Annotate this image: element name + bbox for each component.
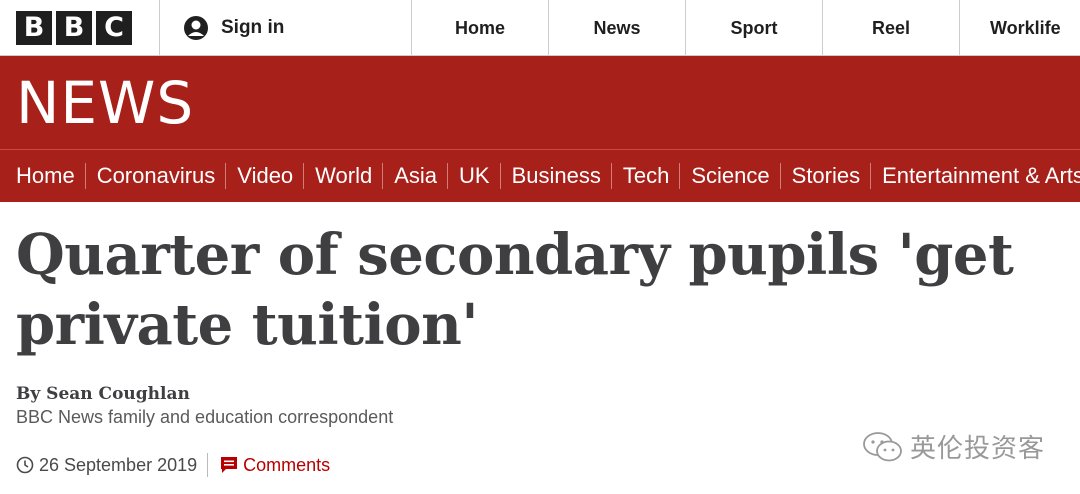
comment-icon [221, 457, 238, 473]
bbc-logo-letter: C [96, 11, 132, 45]
sign-in-label: Sign in [221, 17, 285, 38]
top-nav-news[interactable]: News [549, 0, 686, 56]
section-nav-entertainment[interactable]: Entertainment & Arts [871, 163, 1080, 189]
top-nav-sport[interactable]: Sport [686, 0, 823, 56]
article-date: 26 September 2019 [39, 453, 209, 477]
byline-author: By Sean Coughlan [16, 384, 190, 404]
section-nav-stories[interactable]: Stories [781, 163, 872, 189]
watermark-text: 英伦投资客 [910, 434, 1046, 464]
user-icon [184, 16, 208, 40]
comments-link[interactable]: Comments [220, 455, 330, 476]
article-meta: 26 September 2019 Comments [16, 452, 330, 478]
comments-label: Comments [243, 454, 331, 475]
bbc-logo-letter: B [56, 11, 92, 45]
news-logo[interactable]: NEWS [16, 70, 194, 136]
section-nav: Home Coronavirus Video World Asia UK Bus… [0, 149, 1080, 202]
top-nav-worklife[interactable]: Worklife [960, 0, 1080, 56]
section-nav-business[interactable]: Business [501, 163, 612, 189]
top-nav-home[interactable]: Home [412, 0, 549, 56]
bbc-logo[interactable]: B B C [0, 0, 160, 56]
section-nav-uk[interactable]: UK [448, 163, 501, 189]
section-nav-coronavirus[interactable]: Coronavirus [86, 163, 227, 189]
top-nav: Home News Sport Reel Worklife [412, 0, 1080, 56]
section-nav-home[interactable]: Home [0, 163, 86, 189]
section-nav-tech[interactable]: Tech [612, 163, 681, 189]
sign-in-link[interactable]: Sign in [160, 0, 412, 56]
clock-icon [16, 456, 34, 474]
byline-role: BBC News family and education correspond… [16, 407, 394, 427]
news-banner: NEWS [0, 56, 1080, 149]
section-nav-world[interactable]: World [304, 163, 384, 189]
wechat-watermark: 英伦投资客 [862, 428, 1045, 465]
article-headline: Quarter of secondary pupils 'get private… [16, 222, 1014, 358]
section-nav-video[interactable]: Video [226, 163, 305, 189]
section-nav-science[interactable]: Science [680, 163, 781, 189]
top-nav-reel[interactable]: Reel [823, 0, 960, 56]
bbc-global-header: B B C Sign in Home News Sport Reel Workl… [0, 0, 1080, 56]
section-nav-asia[interactable]: Asia [383, 163, 449, 189]
bbc-logo-letter: B [16, 11, 52, 45]
wechat-icon [863, 431, 902, 461]
